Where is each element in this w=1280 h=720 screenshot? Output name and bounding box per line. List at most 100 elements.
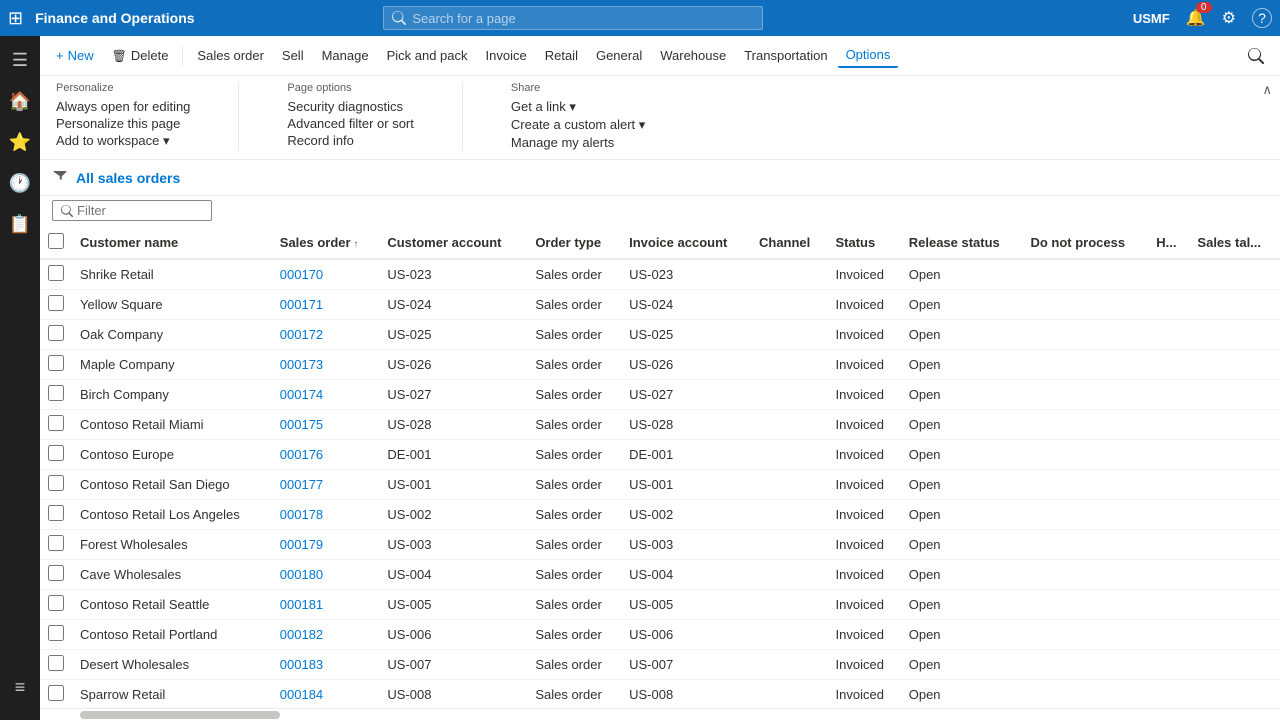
tab-sell[interactable]: Sell: [274, 44, 312, 67]
get-link[interactable]: Get a link ▾: [511, 98, 645, 116]
tab-transportation[interactable]: Transportation: [736, 44, 835, 67]
select-all-col[interactable]: [40, 227, 72, 259]
cell-sales-order[interactable]: 000178: [272, 500, 380, 530]
cell-sales-order[interactable]: 000177: [272, 470, 380, 500]
settings-button[interactable]: ⚙: [1222, 8, 1236, 28]
row-checkbox-cell[interactable]: [40, 440, 72, 470]
row-checkbox[interactable]: [48, 295, 64, 311]
row-checkbox-cell[interactable]: [40, 620, 72, 650]
table-row[interactable]: Contoso Retail Los Angeles 000178 US-002…: [40, 500, 1280, 530]
cell-sales-order[interactable]: 000176: [272, 440, 380, 470]
table-row[interactable]: Contoso Retail San Diego 000177 US-001 S…: [40, 470, 1280, 500]
always-open-editing[interactable]: Always open for editing: [56, 98, 190, 115]
table-row[interactable]: Cave Wholesales 000180 US-004 Sales orde…: [40, 560, 1280, 590]
row-checkbox[interactable]: [48, 625, 64, 641]
col-channel[interactable]: Channel: [751, 227, 828, 259]
table-row[interactable]: Contoso Retail Portland 000182 US-006 Sa…: [40, 620, 1280, 650]
row-checkbox[interactable]: [48, 325, 64, 341]
tab-invoice[interactable]: Invoice: [478, 44, 535, 67]
nav-favorites-icon[interactable]: ⭐: [3, 126, 37, 159]
row-checkbox[interactable]: [48, 505, 64, 521]
tab-warehouse[interactable]: Warehouse: [652, 44, 734, 67]
tab-pick-and-pack[interactable]: Pick and pack: [379, 44, 476, 67]
nav-home-icon[interactable]: 🏠: [3, 85, 37, 118]
table-row[interactable]: Maple Company 000173 US-026 Sales order …: [40, 350, 1280, 380]
ribbon-collapse-button[interactable]: ∧: [1262, 82, 1272, 98]
nav-modules-icon[interactable]: ≡: [9, 671, 32, 704]
delete-button[interactable]: 🗑 Delete: [104, 44, 177, 67]
table-row[interactable]: Contoso Europe 000176 DE-001 Sales order…: [40, 440, 1280, 470]
create-custom-alert[interactable]: Create a custom alert ▾: [511, 116, 645, 134]
col-sales-tal[interactable]: Sales tal...: [1189, 227, 1280, 259]
cell-sales-order[interactable]: 000172: [272, 320, 380, 350]
global-search[interactable]: Search for a page: [383, 6, 763, 30]
table-row[interactable]: Birch Company 000174 US-027 Sales order …: [40, 380, 1280, 410]
table-row[interactable]: Sparrow Retail 000184 US-008 Sales order…: [40, 680, 1280, 709]
scrollbar-thumb[interactable]: [80, 711, 280, 719]
cell-sales-order[interactable]: 000180: [272, 560, 380, 590]
tab-sales-order[interactable]: Sales order: [189, 44, 271, 67]
row-checkbox-cell[interactable]: [40, 470, 72, 500]
col-do-not-process[interactable]: Do not process: [1022, 227, 1148, 259]
filter-input[interactable]: [77, 203, 197, 218]
table-row[interactable]: Oak Company 000172 US-025 Sales order US…: [40, 320, 1280, 350]
row-checkbox-cell[interactable]: [40, 680, 72, 709]
cell-sales-order[interactable]: 000181: [272, 590, 380, 620]
horizontal-scrollbar[interactable]: [40, 708, 1280, 720]
row-checkbox[interactable]: [48, 385, 64, 401]
table-row[interactable]: Contoso Retail Miami 000175 US-028 Sales…: [40, 410, 1280, 440]
row-checkbox[interactable]: [48, 685, 64, 701]
tab-options[interactable]: Options: [838, 43, 899, 68]
table-row[interactable]: Forest Wholesales 000179 US-003 Sales or…: [40, 530, 1280, 560]
row-checkbox-cell[interactable]: [40, 259, 72, 290]
table-row[interactable]: Yellow Square 000171 US-024 Sales order …: [40, 290, 1280, 320]
col-h[interactable]: H...: [1148, 227, 1189, 259]
nav-workspaces-icon[interactable]: 📋: [3, 208, 37, 241]
app-logo-icon[interactable]: ⊞: [8, 8, 23, 29]
col-order-type[interactable]: Order type: [527, 227, 621, 259]
advanced-filter[interactable]: Advanced filter or sort: [287, 115, 413, 132]
row-checkbox-cell[interactable]: [40, 350, 72, 380]
row-checkbox-cell[interactable]: [40, 380, 72, 410]
cell-sales-order[interactable]: 000173: [272, 350, 380, 380]
col-customer-account[interactable]: Customer account: [379, 227, 527, 259]
row-checkbox[interactable]: [48, 475, 64, 491]
table-row[interactable]: Contoso Retail Seattle 000181 US-005 Sal…: [40, 590, 1280, 620]
nav-menu-icon[interactable]: ☰: [6, 44, 34, 77]
row-checkbox-cell[interactable]: [40, 590, 72, 620]
tab-manage[interactable]: Manage: [314, 44, 377, 67]
personalize-page[interactable]: Personalize this page: [56, 115, 190, 132]
row-checkbox-cell[interactable]: [40, 560, 72, 590]
notification-button[interactable]: 🔔 0: [1186, 8, 1206, 28]
row-checkbox[interactable]: [48, 655, 64, 671]
cell-sales-order[interactable]: 000183: [272, 650, 380, 680]
table-row[interactable]: Shrike Retail 000170 US-023 Sales order …: [40, 259, 1280, 290]
row-checkbox[interactable]: [48, 565, 64, 581]
new-button[interactable]: + New: [48, 44, 102, 67]
search-command-button[interactable]: [1240, 44, 1272, 68]
col-release-status[interactable]: Release status: [901, 227, 1023, 259]
cell-sales-order[interactable]: 000179: [272, 530, 380, 560]
tab-retail[interactable]: Retail: [537, 44, 586, 67]
row-checkbox-cell[interactable]: [40, 290, 72, 320]
row-checkbox[interactable]: [48, 595, 64, 611]
cell-sales-order[interactable]: 000174: [272, 380, 380, 410]
cell-sales-order[interactable]: 000171: [272, 290, 380, 320]
row-checkbox[interactable]: [48, 415, 64, 431]
cell-sales-order[interactable]: 000175: [272, 410, 380, 440]
table-wrapper[interactable]: Customer name Sales order Customer accou…: [40, 227, 1280, 708]
select-all-checkbox[interactable]: [48, 233, 64, 249]
row-checkbox[interactable]: [48, 265, 64, 281]
tab-general[interactable]: General: [588, 44, 650, 67]
row-checkbox-cell[interactable]: [40, 650, 72, 680]
add-to-workspace[interactable]: Add to workspace ▾: [56, 132, 190, 150]
filter-icon[interactable]: [52, 170, 68, 186]
row-checkbox-cell[interactable]: [40, 320, 72, 350]
row-checkbox-cell[interactable]: [40, 500, 72, 530]
cell-sales-order[interactable]: 000170: [272, 259, 380, 290]
row-checkbox-cell[interactable]: [40, 530, 72, 560]
col-status[interactable]: Status: [828, 227, 901, 259]
record-info[interactable]: Record info: [287, 132, 413, 149]
col-sales-order[interactable]: Sales order: [272, 227, 380, 259]
row-checkbox[interactable]: [48, 355, 64, 371]
